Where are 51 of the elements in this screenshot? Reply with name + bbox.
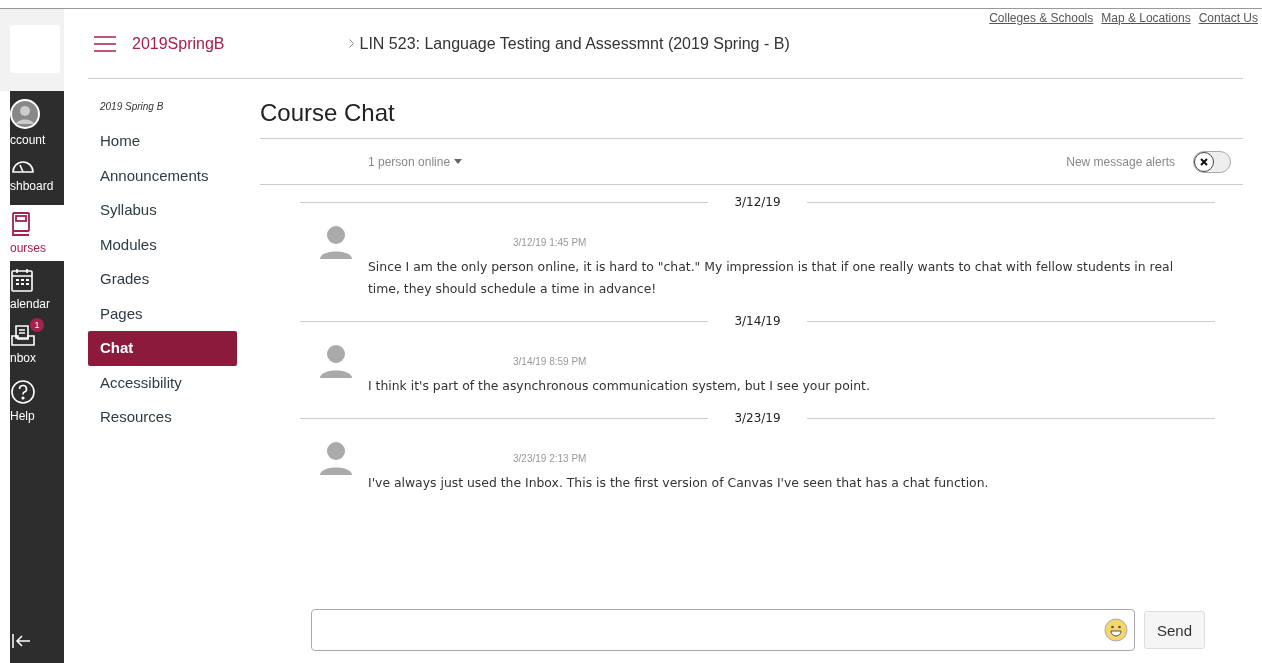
message-text: Since I am the only person online, it is hard to "chat." My impression is that if one really wants to chat with fellow students in real time, they should schedule a time in advance! <box>368 258 1175 298</box>
course-nav-item[interactable]: Accessibility <box>88 365 237 400</box>
course-nav-item[interactable]: Home <box>88 124 237 159</box>
header-link[interactable]: Colleges & Schools <box>989 11 1094 25</box>
collapse-icon[interactable] <box>12 633 32 649</box>
course-link[interactable]: 2019SpringB <box>132 34 225 53</box>
date-label: 3/23/19 <box>733 411 782 425</box>
date-label: 3/12/19 <box>733 195 782 209</box>
emoji-icon[interactable] <box>1104 618 1128 642</box>
course-nav-item[interactable]: Syllabus <box>88 193 237 228</box>
badge: 1 <box>30 318 44 332</box>
message-text: I think it's part of the asynchronous communication system, but I see your point. <box>368 377 871 395</box>
online-dropdown[interactable]: 1 person online <box>368 154 463 169</box>
avatar-icon <box>320 225 352 259</box>
alerts-label: New message alerts <box>1066 154 1175 169</box>
message-field[interactable] <box>311 609 1135 651</box>
nav-item[interactable]: shboard <box>10 149 64 205</box>
course-nav-item[interactable]: Announcements <box>88 158 237 193</box>
caret-icon <box>454 159 463 164</box>
course-nav-item[interactable]: Pages <box>88 296 237 331</box>
course-nav-item[interactable]: Chat <box>88 331 237 366</box>
nav-item[interactable]: 1 nbox <box>10 317 64 373</box>
breadcrumb[interactable]: LIN 523: Language Testing and Assessmnt (2019 Spring - B) <box>359 34 790 53</box>
avatar-icon <box>10 99 40 129</box>
avatar-icon <box>320 344 352 378</box>
course-nav-item[interactable]: Grades <box>88 262 237 297</box>
book-icon <box>10 211 32 237</box>
page-title: Course Chat <box>260 99 396 128</box>
course-nav-item[interactable]: Modules <box>88 227 237 262</box>
avatar-icon <box>320 441 352 475</box>
alerts-toggle[interactable] <box>1193 150 1231 173</box>
help-icon <box>10 379 36 405</box>
date-label: 3/14/19 <box>733 314 782 328</box>
message-time: 3/12/19 1:45 PM <box>513 237 588 248</box>
message-time: 3/23/19 2:13 PM <box>513 453 588 464</box>
nav-item[interactable]: ccount <box>10 93 64 149</box>
course-nav-item[interactable]: Resources <box>88 400 237 435</box>
header-link[interactable]: Map & Locations <box>1101 11 1191 25</box>
nav-item[interactable]: Help <box>10 373 64 429</box>
message-text: I've always just used the Inbox. This is the first version of Canvas I've seen that has a chat function. <box>368 474 990 492</box>
inbox-icon <box>10 323 36 347</box>
menu-icon[interactable] <box>94 35 116 52</box>
chevron-icon <box>348 39 354 48</box>
message-time: 3/14/19 8:59 PM <box>513 356 588 367</box>
send-button[interactable]: Send <box>1144 611 1206 649</box>
term-label: 2019 Spring B <box>100 101 165 112</box>
header-link[interactable]: Contact Us <box>1198 11 1258 25</box>
nav-item[interactable]: ourses <box>10 205 64 261</box>
nav-item[interactable]: alendar <box>10 261 64 317</box>
close-icon <box>1200 157 1208 166</box>
calendar-icon <box>10 267 34 293</box>
